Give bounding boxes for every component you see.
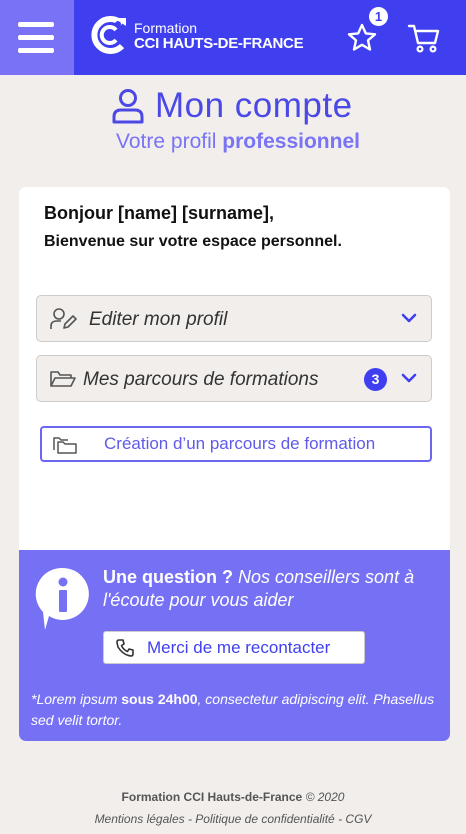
folder-open-icon (50, 371, 76, 387)
subtitle-text: Votre profil (116, 130, 223, 153)
menu-button[interactable] (0, 0, 74, 75)
edit-profile-accordion[interactable]: Editer mon profil (36, 295, 432, 342)
footer-brand: Formation CCI Hauts-de-France (121, 790, 303, 804)
top-navigation-bar: Formation CCI HAUTS-DE-FRANCE 1 (0, 0, 466, 75)
training-paths-count-badge: 3 (364, 368, 387, 391)
help-footnote-bold: sous 24h00 (121, 691, 198, 707)
greeting-text: Bonjour [name] [surname], (44, 203, 275, 223)
info-icon (35, 567, 89, 630)
folders-icon (53, 437, 77, 454)
training-paths-accordion[interactable]: Mes parcours de formations 3 (36, 355, 432, 402)
phone-icon (116, 639, 134, 657)
help-footnote-start: *Lorem ipsum (31, 691, 122, 707)
page-header: Mon compte (0, 84, 466, 128)
footer-separator: - (184, 812, 196, 826)
help-question: Une question ? Nos conseillers sont à l'… (103, 566, 433, 612)
chevron-down-icon (401, 313, 417, 323)
footer-separator: - (334, 812, 346, 826)
logo-text-formation: Formation (134, 20, 198, 36)
favorites-count-badge: 1 (369, 7, 388, 26)
logo-text-cci: CCI HAUTS-DE-FRANCE (134, 35, 304, 52)
cart-icon[interactable] (407, 22, 441, 54)
callback-request-button[interactable]: Merci de me recontacter (103, 631, 365, 664)
footer-link-privacy[interactable]: Politique de confidentialité (195, 812, 334, 826)
help-question-bold: Une question ? (103, 567, 233, 587)
page-title: Mon compte (155, 86, 353, 125)
footer-link-cgv[interactable]: CGV (345, 812, 371, 826)
page-subtitle: Votre profil professionnel (0, 128, 466, 156)
hamburger-icon (18, 22, 54, 27)
training-paths-label: Mes parcours de formations (83, 369, 319, 390)
user-edit-icon (50, 308, 77, 329)
footer-link-legal[interactable]: Mentions légales (95, 812, 185, 826)
help-panel: Une question ? Nos conseillers sont à l'… (19, 550, 450, 741)
footer-copyright: Formation CCI Hauts-de-France © 2020 (0, 789, 466, 805)
subtitle-emphasis: professionnel (222, 130, 360, 153)
welcome-text: Bienvenue sur votre espace personnel. (44, 233, 342, 250)
footer-year: © 2020 (302, 790, 345, 804)
user-icon (112, 89, 144, 124)
edit-profile-label: Editer mon profil (89, 309, 228, 330)
create-training-path-button[interactable]: Création d’un parcours de formation (40, 426, 432, 462)
callback-request-label: Merci de me recontacter (147, 638, 331, 657)
footer-links: Mentions légales - Politique de confiden… (0, 811, 466, 827)
create-training-path-label: Création d’un parcours de formation (104, 434, 376, 453)
cci-logo[interactable]: Formation CCI HAUTS-DE-FRANCE (90, 16, 310, 56)
account-card: Bonjour [name] [surname], Bienvenue sur … (19, 187, 450, 741)
chevron-down-icon (401, 373, 417, 383)
cci-logo-icon (91, 16, 126, 54)
star-icon[interactable] (346, 22, 378, 54)
help-footnote: *Lorem ipsum sous 24h00, consectetur adi… (31, 689, 441, 731)
